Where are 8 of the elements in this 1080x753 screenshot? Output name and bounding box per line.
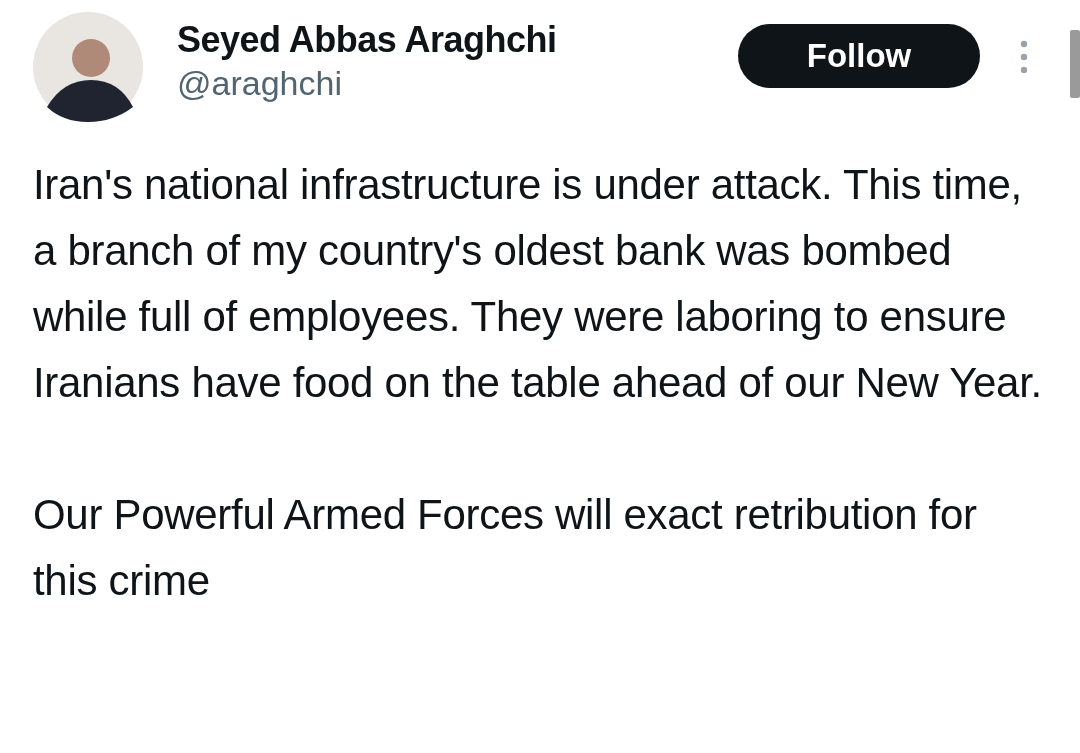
author-name[interactable]: Seyed Abbas Araghchi <box>177 18 557 62</box>
scrollbar[interactable] <box>1070 30 1080 98</box>
follow-button[interactable]: Follow <box>738 24 980 88</box>
post-text: Iran's national infrastructure is under attack. This time, a branch of my country's oldest bank was bombed while full of employees. They were laboring to ensure Iranians have food on the table ahead of our New Year. <box>33 160 1043 408</box>
avatar-icon[interactable] <box>33 12 143 122</box>
more-options-icon[interactable] <box>1019 39 1029 75</box>
author-handle[interactable]: @araghchi <box>177 62 557 104</box>
post-text: Our Powerful Armed Forces will exact retribution for this crime <box>33 490 978 606</box>
